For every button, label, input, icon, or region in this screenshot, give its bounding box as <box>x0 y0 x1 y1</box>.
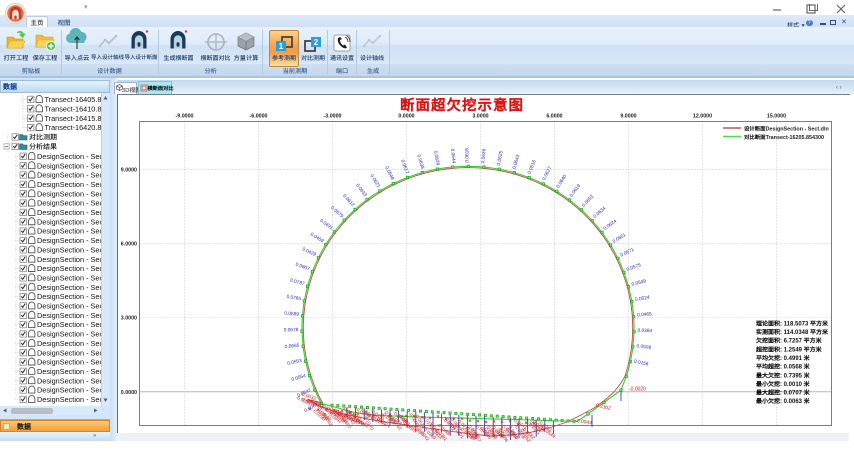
svg-text:最小欠挖: 0.0010 米: 最小欠挖: 0.0010 米 <box>756 379 811 388</box>
svg-text:3.0000: 3.0000 <box>121 316 137 322</box>
svg-text:0.0553: 0.0553 <box>287 358 303 367</box>
svg-text:0.0465: 0.0465 <box>637 311 652 318</box>
svg-text:9.0000: 9.0000 <box>121 168 137 174</box>
svg-text:-9.0000: -9.0000 <box>176 114 194 120</box>
svg-text:0.0629: 0.0629 <box>432 150 441 166</box>
svg-text:-6.0000: -6.0000 <box>250 114 268 120</box>
svg-text:0.0640: 0.0640 <box>555 173 568 189</box>
svg-text:理论面积: 118.5073 平方米: 理论面积: 118.5073 平方米 <box>756 318 829 327</box>
svg-text:0.0619: 0.0619 <box>569 183 583 199</box>
svg-text:-0.0020: -0.0020 <box>629 387 646 393</box>
svg-text:0.0459: 0.0459 <box>309 232 325 245</box>
svg-text:0.0627: 0.0627 <box>541 165 553 181</box>
svg-text:0.0624: 0.0624 <box>603 218 619 232</box>
svg-text:0.0616: 0.0616 <box>527 159 538 175</box>
svg-text:断面超欠挖示意图: 断面超欠挖示意图 <box>400 94 524 115</box>
svg-text:-3.0000: -3.0000 <box>324 114 342 120</box>
svg-text:对比断面Transect-16205.854300: 对比断面Transect-16205.854300 <box>744 133 824 141</box>
svg-text:0.0524: 0.0524 <box>635 295 651 303</box>
svg-text:0.0648: 0.0648 <box>383 165 395 181</box>
svg-text:12.0000: 12.0000 <box>693 114 712 120</box>
svg-text:0.0665: 0.0665 <box>284 343 300 351</box>
svg-text:0.0508: 0.0508 <box>636 343 652 351</box>
svg-text:0.0787: 0.0787 <box>289 278 305 288</box>
svg-text:0.0617: 0.0617 <box>399 159 410 175</box>
svg-text:0.0652: 0.0652 <box>581 194 596 209</box>
svg-text:0.0156: 0.0156 <box>633 359 649 368</box>
svg-text:0.0621: 0.0621 <box>368 173 381 189</box>
svg-text:0.0633: 0.0633 <box>354 183 368 199</box>
svg-text:9.0000: 9.0000 <box>620 114 636 120</box>
svg-text:0.0644: 0.0644 <box>449 148 456 163</box>
svg-text:6.0000: 6.0000 <box>546 114 562 120</box>
svg-text:平均欠挖: 0.4991 米: 平均欠挖: 0.4991 米 <box>756 353 811 362</box>
svg-text:0.0554: 0.0554 <box>291 373 307 383</box>
svg-text:0.0679: 0.0679 <box>329 205 344 219</box>
svg-text:0.0661: 0.0661 <box>612 232 628 245</box>
svg-text:设计断面DesignSection - Sect.dln: 设计断面DesignSection - Sect.dln <box>744 125 829 133</box>
svg-text:0.0384: 0.0384 <box>637 328 652 334</box>
svg-text:0.0671: 0.0671 <box>619 247 635 259</box>
svg-text:6.0000: 6.0000 <box>121 242 137 248</box>
svg-text:0.0765: 0.0765 <box>286 294 302 302</box>
svg-text:0.0643: 0.0643 <box>512 154 522 170</box>
svg-text:欠挖面积: 6.7257 平方米: 欠挖面积: 6.7257 平方米 <box>755 336 823 345</box>
svg-text:0.0636: 0.0636 <box>480 148 487 164</box>
svg-text:平均超挖: 0.0568 米: 平均超挖: 0.0568 米 <box>756 362 811 371</box>
svg-text:0.0612: 0.0612 <box>341 193 356 208</box>
svg-text:15.0000: 15.0000 <box>767 114 786 120</box>
svg-text:0.0429: 0.0429 <box>301 246 317 258</box>
svg-text:0.0638: 0.0638 <box>415 154 425 170</box>
svg-text:最小欠挖: 0.0063 米: 最小欠挖: 0.0063 米 <box>756 396 811 405</box>
svg-text:0.0807: 0.0807 <box>295 262 311 273</box>
svg-text:0.0000: 0.0000 <box>121 390 137 396</box>
svg-text:0.0616: 0.0616 <box>464 148 470 163</box>
svg-text:0.0491: 0.0491 <box>319 218 335 232</box>
svg-text:0.0678: 0.0678 <box>284 327 299 333</box>
svg-text:0.0634: 0.0634 <box>592 205 607 219</box>
svg-text:0.0549: 0.0549 <box>631 278 647 288</box>
svg-text:0.0575: 0.0575 <box>626 262 642 273</box>
svg-text:0.0625: 0.0625 <box>496 150 505 166</box>
svg-text:0.0689: 0.0689 <box>284 311 299 318</box>
